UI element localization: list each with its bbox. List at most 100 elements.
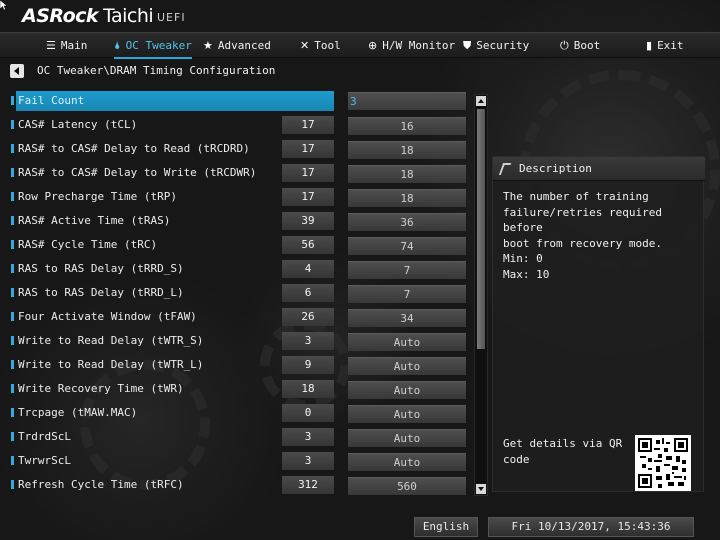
list-icon: ☰ xyxy=(46,39,56,52)
row-bullet-icon xyxy=(11,168,14,177)
setting-label: Write to Read Delay (tWTR_S) xyxy=(18,334,204,347)
power-icon: ⏻ xyxy=(560,38,569,52)
description-header: Description xyxy=(493,157,705,181)
scroll-up-arrow-icon[interactable] xyxy=(476,96,486,106)
back-button[interactable] xyxy=(10,64,24,78)
setting-value-field[interactable]: Auto xyxy=(348,333,466,351)
tab-label: Tool xyxy=(314,39,341,52)
row-bullet-icon xyxy=(11,120,14,129)
setting-label: TwrwrScL xyxy=(18,454,71,467)
tab-hw-monitor[interactable]: ⊕ H/W Monitor xyxy=(368,33,455,58)
tab-label: OC Tweaker xyxy=(125,39,192,52)
setting-row[interactable]: Four Activate Window (tFAW) 26 34 xyxy=(0,307,472,327)
row-bullet-icon xyxy=(11,408,14,417)
active-tab-indicator xyxy=(114,57,192,59)
setting-row[interactable]: Refresh Cycle Time (tRFC) 312 560 xyxy=(0,475,472,495)
brand-logo: ASRock Taichi xyxy=(22,5,154,27)
setting-row[interactable]: RAS to RAS Delay (tRRD_S) 4 7 xyxy=(0,259,472,279)
row-bullet-icon xyxy=(11,216,14,225)
current-value: 3 xyxy=(282,332,334,350)
star-icon: ★ xyxy=(203,39,213,52)
current-value: 18 xyxy=(282,380,334,398)
row-bullet-icon xyxy=(11,360,14,369)
tab-tool[interactable]: ✕ Tool xyxy=(300,33,341,58)
setting-row[interactable]: Write to Read Delay (tWTR_L) 9 Auto xyxy=(0,355,472,375)
setting-value-field[interactable]: 16 xyxy=(348,117,466,135)
mouse-cursor-icon xyxy=(0,0,8,10)
setting-label: RAS# to CAS# Delay to Read (tRCDRD) xyxy=(18,142,250,155)
setting-label: RAS# Active Time (tRAS) xyxy=(18,214,171,227)
setting-value-field[interactable]: Auto xyxy=(348,357,466,375)
breadcrumb: OC Tweaker\DRAM Timing Configuration xyxy=(37,64,276,77)
setting-value-field[interactable]: 74 xyxy=(348,237,466,255)
description-max: Max: 10 xyxy=(503,268,550,281)
setting-row[interactable]: Row Precharge Time (tRP) 17 18 xyxy=(0,187,472,207)
setting-label: Fail Count xyxy=(18,94,85,107)
tab-boot[interactable]: ⏻ Boot xyxy=(560,33,600,58)
setting-value-field[interactable]: 18 xyxy=(348,165,466,183)
setting-value-field[interactable]: 7 xyxy=(348,285,466,303)
current-value: 0 xyxy=(282,404,334,422)
setting-row[interactable]: Trcpage (tMAW.MAC) 0 Auto xyxy=(0,403,472,423)
setting-row[interactable]: TwrwrScL 3 Auto xyxy=(0,451,472,471)
setting-value-field[interactable]: Auto xyxy=(348,381,466,399)
language-button[interactable]: English xyxy=(414,517,478,537)
setting-row[interactable]: Write to Read Delay (tWTR_S) 3 Auto xyxy=(0,331,472,351)
qr-code-icon xyxy=(635,435,691,491)
description-text: The number of training failure/retries r… xyxy=(503,190,662,250)
setting-label: CAS# Latency (tCL) xyxy=(18,118,138,131)
setting-row[interactable]: TrdrdScL 3 Auto xyxy=(0,427,472,447)
tab-oc-tweaker[interactable]: 🌢 OC Tweaker xyxy=(114,33,192,59)
qr-caption: Get details via QR code xyxy=(503,437,623,466)
setting-label: Row Precharge Time (tRP) xyxy=(18,190,177,203)
row-bullet-icon xyxy=(11,480,14,489)
setting-label: RAS to RAS Delay (tRRD_S) xyxy=(18,262,184,275)
setting-value-field[interactable]: Auto xyxy=(348,429,466,447)
setting-row[interactable]: RAS to RAS Delay (tRRD_L) 6 7 xyxy=(0,283,472,303)
setting-value-field[interactable]: 36 xyxy=(348,213,466,231)
setting-row[interactable]: RAS# Cycle Time (tRC) 56 74 xyxy=(0,235,472,255)
setting-value-field[interactable]: 3 xyxy=(348,92,466,110)
scroll-thumb[interactable] xyxy=(477,109,485,349)
brand-name: ASRock xyxy=(22,5,99,27)
setting-label: Write Recovery Time (tWR) xyxy=(18,382,184,395)
row-bullet-icon xyxy=(11,288,14,297)
datetime-display: Fri 10/13/2017, 15:43:36 xyxy=(488,517,694,537)
tab-label: Advanced xyxy=(217,39,271,52)
settings-scrollbar[interactable] xyxy=(474,94,488,496)
setting-row[interactable]: RAS# to CAS# Delay to Write (tRCDWR) 17 18 xyxy=(0,163,472,183)
tab-main[interactable]: ☰ Main xyxy=(46,33,87,58)
current-value: 39 xyxy=(282,212,334,230)
footer-bar: English Fri 10/13/2017, 15:43:36 xyxy=(0,514,720,540)
setting-value-field[interactable]: Auto xyxy=(348,405,466,423)
current-value: 26 xyxy=(282,308,334,326)
current-value: 17 xyxy=(282,164,334,182)
setting-value-field[interactable]: 7 xyxy=(348,261,466,279)
setting-value-field[interactable]: 34 xyxy=(348,309,466,327)
corner-mark-icon xyxy=(498,163,512,175)
setting-row[interactable]: CAS# Latency (tCL) 17 16 xyxy=(0,115,472,135)
tab-label: Exit xyxy=(657,39,684,52)
setting-value-field[interactable]: 18 xyxy=(348,189,466,207)
setting-row[interactable]: Write Recovery Time (tWR) 18 Auto xyxy=(0,379,472,399)
firmware-label: UEFI xyxy=(157,11,186,24)
shield-icon: ⛊ xyxy=(463,38,472,52)
setting-row[interactable]: RAS# Active Time (tRAS) 39 36 xyxy=(0,211,472,231)
flame-icon: 🌢 xyxy=(114,38,121,52)
setting-value-field[interactable]: 560 xyxy=(348,477,466,495)
setting-row[interactable]: RAS# to CAS# Delay to Read (tRCDRD) 17 18 xyxy=(0,139,472,159)
description-min: Min: 0 xyxy=(503,252,543,265)
tab-security[interactable]: ⛊ Security xyxy=(463,33,529,58)
exit-icon: ▮ xyxy=(646,39,653,52)
description-title: Description xyxy=(519,162,592,175)
current-value: 3 xyxy=(282,452,334,470)
row-bullet-icon xyxy=(11,192,14,201)
row-bullet-icon xyxy=(11,96,14,105)
scroll-down-arrow-icon[interactable] xyxy=(476,484,486,494)
top-header: ASRock Taichi UEFI xyxy=(0,0,720,32)
setting-value-field[interactable]: Auto xyxy=(348,453,466,471)
tab-advanced[interactable]: ★ Advanced xyxy=(203,33,271,58)
setting-row[interactable]: Fail Count 3 xyxy=(0,91,472,111)
tab-exit[interactable]: ▮ Exit xyxy=(646,33,684,58)
setting-value-field[interactable]: 18 xyxy=(348,141,466,159)
